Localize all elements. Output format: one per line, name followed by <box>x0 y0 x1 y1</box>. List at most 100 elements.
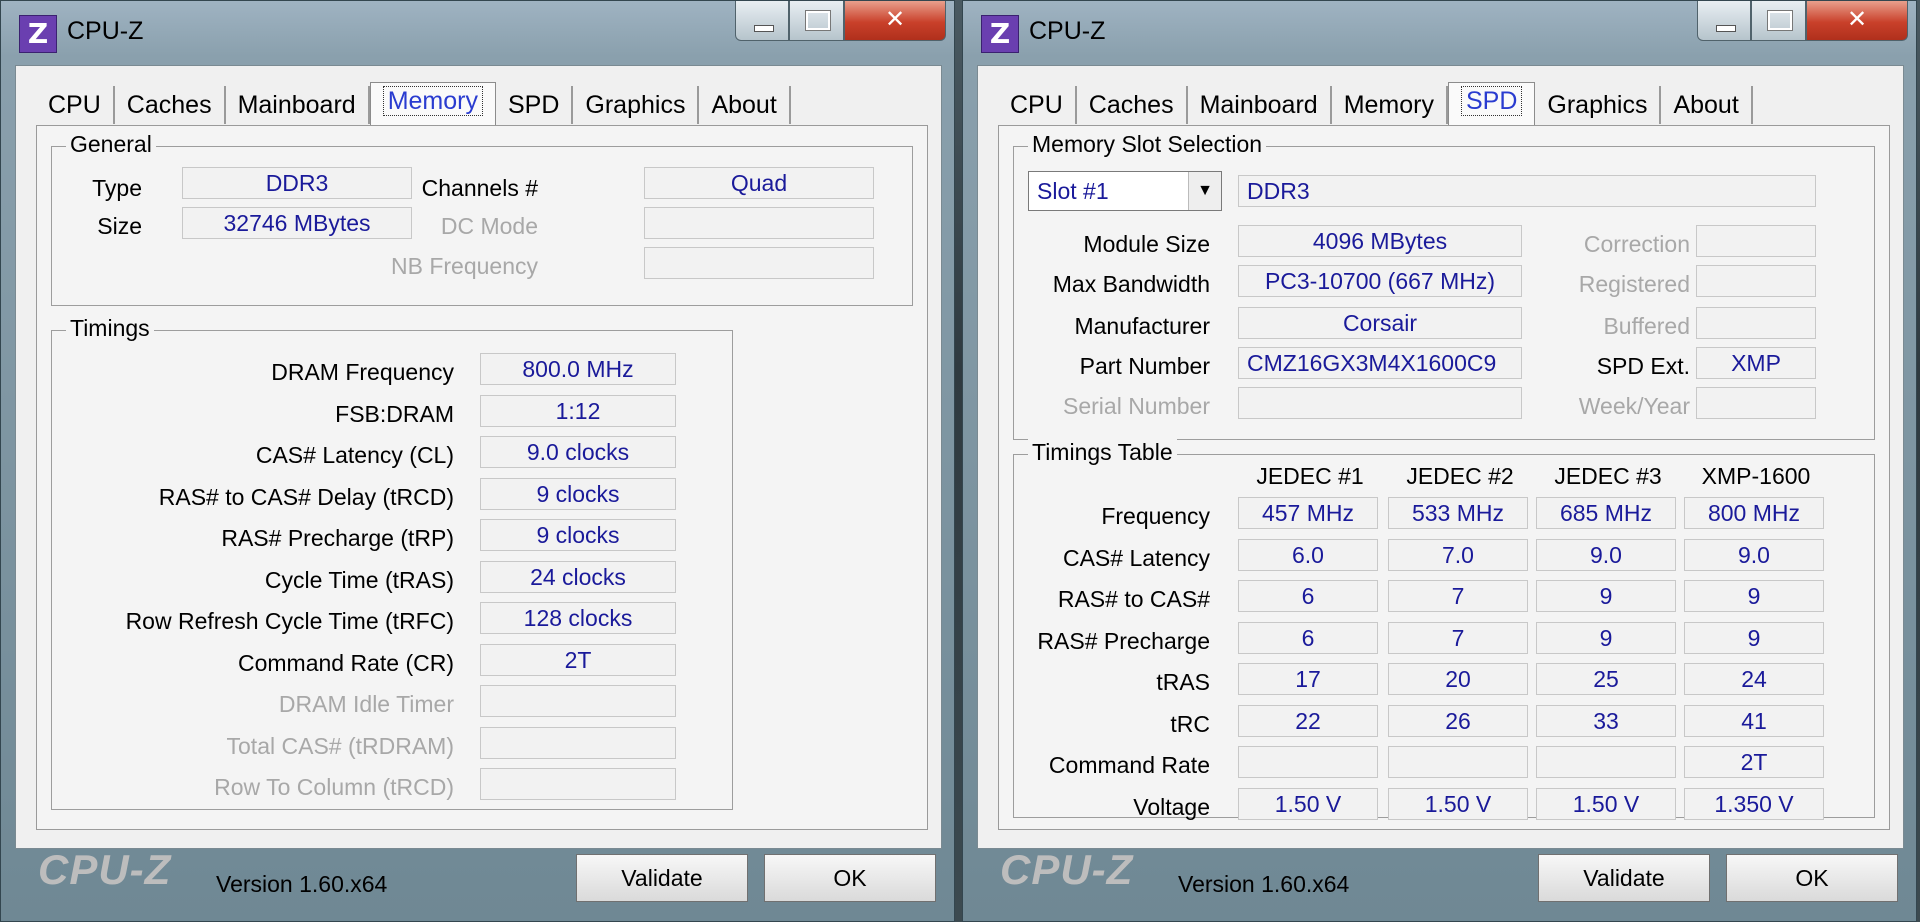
chevron-down-icon[interactable]: ▼ <box>1188 172 1221 210</box>
timings-cell: 9.0 <box>1684 538 1824 571</box>
tab-graphics[interactable]: Graphics <box>573 86 700 124</box>
tab-label: Mainboard <box>237 91 356 119</box>
timings-cell <box>1238 746 1378 778</box>
window-title: CPU-Z <box>1029 17 1106 45</box>
tab-label: Memory <box>1343 91 1434 119</box>
column-header: XMP-1600 <box>1701 463 1811 489</box>
spd-ext-value: XMP <box>1696 347 1816 379</box>
client-area: CPU Caches Mainboard Memory SPD Graphics… <box>977 65 1904 902</box>
manufacturer-label: Manufacturer <box>1074 313 1210 339</box>
ok-button[interactable]: OK <box>764 854 936 902</box>
timings-row-label: Voltage <box>1133 793 1210 820</box>
timings-cell <box>1388 746 1528 778</box>
timings-cell: 6 <box>1238 621 1378 654</box>
tab-spd[interactable]: SPD <box>496 86 574 124</box>
tab-label: Graphics <box>1547 91 1648 119</box>
max-bandwidth-value: PC3-10700 (667 MHz) <box>1238 265 1522 297</box>
timing-value: 24 clocks <box>480 560 676 593</box>
timings-row-label: Command Rate <box>1048 752 1210 778</box>
timing-value: 800.0 MHz <box>480 353 676 385</box>
tab-label: About <box>1673 91 1739 119</box>
timing-label: FSB:DRAM <box>335 400 454 427</box>
nb-frequency-label: NB Frequency <box>390 253 538 279</box>
maximize-icon <box>1767 10 1793 31</box>
timings-cell: 7 <box>1388 621 1528 654</box>
ok-button[interactable]: OK <box>1726 854 1898 902</box>
tab-label: Graphics <box>585 91 686 119</box>
timings-row-label: RAS# to CAS# <box>1057 586 1210 612</box>
cpuz-window-memory: Z CPU-Z ✕ CPU Caches Mainboard Memory SP… <box>0 0 955 922</box>
timings-cell: 9.0 <box>1536 538 1676 571</box>
title-bar[interactable]: Z CPU-Z ✕ <box>1 1 954 63</box>
minimize-button[interactable] <box>735 1 789 41</box>
size-label: Size <box>97 213 142 239</box>
tab-mainboard[interactable]: Mainboard <box>1188 86 1332 124</box>
timing-label: Total CAS# (tRDRAM) <box>226 732 454 759</box>
timing-label: Row To Column (tRCD) <box>214 774 454 800</box>
tab-label: CPU <box>1010 91 1063 119</box>
timing-label: CAS# Latency (CL) <box>255 442 454 468</box>
close-button[interactable]: ✕ <box>844 1 946 41</box>
serial-number-value <box>1238 387 1522 419</box>
part-number-label: Part Number <box>1079 353 1210 379</box>
tab-mainboard[interactable]: Mainboard <box>226 86 370 124</box>
timings-cell: 9 <box>1536 580 1676 612</box>
tab-memory[interactable]: Memory <box>369 82 496 126</box>
timings-cell: 7 <box>1388 580 1528 612</box>
column-header: JEDEC #3 <box>1554 463 1662 489</box>
timing-label: Row Refresh Cycle Time (tRFC) <box>125 608 454 634</box>
tab-about[interactable]: About <box>1661 86 1753 124</box>
week-year-value <box>1696 387 1816 419</box>
validate-button[interactable]: Validate <box>1538 854 1710 902</box>
tab-graphics[interactable]: Graphics <box>1535 86 1662 124</box>
tab-label: CPU <box>48 91 101 119</box>
tab-memory[interactable]: Memory <box>1332 86 1448 124</box>
tab-cpu[interactable]: CPU <box>998 86 1077 124</box>
timings-cell: 33 <box>1536 704 1676 737</box>
group-title: Memory Slot Selection <box>1028 131 1267 158</box>
timings-cell: 20 <box>1388 663 1528 695</box>
cpu-z-icon: Z <box>19 15 57 53</box>
tab-caches[interactable]: Caches <box>1077 86 1188 124</box>
general-group: General Type DDR3 Size 32746 MBytes Chan… <box>51 131 913 306</box>
timing-value: 9 clocks <box>480 519 676 551</box>
minimize-button[interactable] <box>1697 1 1751 41</box>
timings-cell: 1.350 V <box>1684 787 1824 820</box>
week-year-label: Week/Year <box>1578 393 1690 419</box>
title-bar[interactable]: Z CPU-Z ✕ <box>963 1 1916 63</box>
timings-cell: 800 MHz <box>1684 497 1824 529</box>
close-button[interactable]: ✕ <box>1806 1 1908 41</box>
timing-label: Cycle Time (tRAS) <box>264 566 454 593</box>
timings-row-label: Frequency <box>1101 503 1210 529</box>
slot-select[interactable]: Slot #1 ▼ <box>1028 171 1222 211</box>
validate-button[interactable]: Validate <box>576 854 748 902</box>
timings-cell: 1.50 V <box>1388 787 1528 820</box>
timings-cell: 17 <box>1238 663 1378 695</box>
type-label: Type <box>92 175 142 201</box>
timings-row-label: RAS# Precharge <box>1037 627 1210 654</box>
window-title: CPU-Z <box>67 17 144 45</box>
tab-cpu[interactable]: CPU <box>36 86 115 124</box>
timings-cell: 9 <box>1536 621 1676 654</box>
version-text: Version 1.60.x64 <box>216 871 388 897</box>
timings-cell: 1.50 V <box>1536 787 1676 820</box>
timing-label: DRAM Frequency <box>271 359 454 385</box>
spd-panel: Memory Slot Selection Slot #1 ▼ DDR3 Mod… <box>998 125 1890 830</box>
tab-label: SPD <box>508 91 560 119</box>
timings-cell: 9 <box>1684 580 1824 612</box>
tab-caches[interactable]: Caches <box>115 86 226 124</box>
registered-value <box>1696 265 1816 297</box>
tab-strip: CPU Caches Mainboard Memory SPD Graphics… <box>36 82 791 126</box>
timings-cell: 25 <box>1536 663 1676 695</box>
timings-cell: 2T <box>1684 746 1824 778</box>
tab-spd[interactable]: SPD <box>1448 82 1536 126</box>
maximize-button[interactable] <box>789 1 844 41</box>
maximize-button[interactable] <box>1751 1 1806 41</box>
timing-value: 1:12 <box>480 394 676 427</box>
group-title: General <box>66 131 156 158</box>
timing-value <box>480 768 676 800</box>
tab-about[interactable]: About <box>699 86 791 124</box>
tab-strip: CPU Caches Mainboard Memory SPD Graphics… <box>998 82 1753 126</box>
timings-row-label: CAS# Latency <box>1062 544 1210 571</box>
cpu-z-logo: CPU-Z <box>1000 846 1134 893</box>
